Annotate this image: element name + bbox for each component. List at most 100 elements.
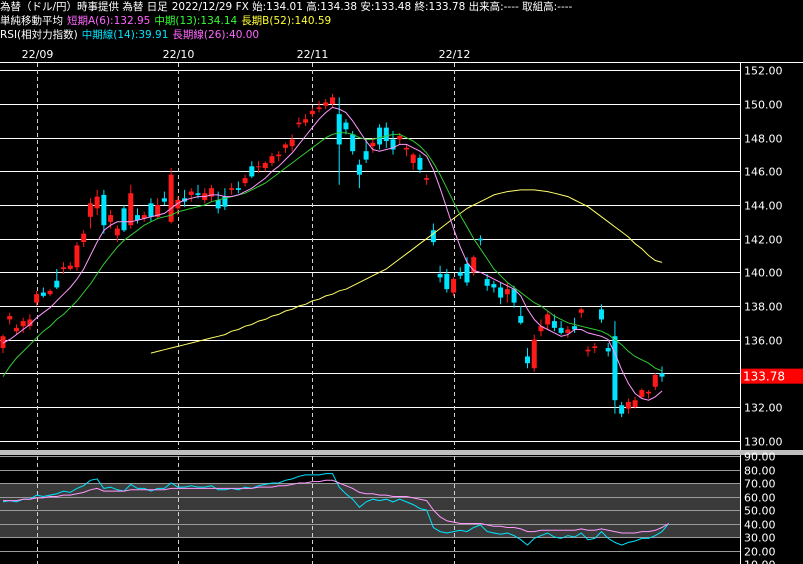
candle-body bbox=[67, 265, 73, 269]
candle-body bbox=[464, 263, 470, 283]
price-tick-label: 140.00 bbox=[744, 267, 783, 280]
rsi-tick-label: 70.00 bbox=[744, 478, 776, 491]
candle-body bbox=[444, 274, 450, 290]
candle-body bbox=[545, 314, 551, 325]
candle-body bbox=[525, 356, 531, 364]
price-tick-label: 150.00 bbox=[744, 99, 783, 112]
candle-body bbox=[518, 316, 524, 323]
candle-body bbox=[625, 401, 631, 409]
candle-body bbox=[424, 178, 430, 180]
candle-body bbox=[484, 279, 490, 286]
candle-body bbox=[592, 346, 598, 349]
date-axis-bar bbox=[0, 44, 803, 62]
candle-body bbox=[370, 142, 376, 147]
candle-body bbox=[605, 348, 611, 352]
candle-body bbox=[188, 191, 194, 195]
candle-body bbox=[410, 154, 416, 163]
candle-body bbox=[403, 147, 409, 150]
candle-body bbox=[356, 164, 362, 175]
price-tick-label: 142.00 bbox=[744, 234, 783, 247]
candle-body bbox=[343, 122, 349, 130]
candle-body bbox=[659, 373, 665, 377]
candle-body bbox=[235, 188, 241, 190]
candle-body bbox=[54, 280, 60, 288]
candle-body bbox=[437, 274, 443, 278]
date-tick-label: 22/12 bbox=[439, 48, 471, 61]
candle-body bbox=[652, 374, 658, 387]
candle-body bbox=[397, 136, 403, 140]
candle-body bbox=[61, 267, 67, 269]
ma-short-line bbox=[2, 106, 663, 401]
candle-body bbox=[282, 144, 288, 148]
price-tick-label: 138.00 bbox=[744, 301, 783, 314]
candle-body bbox=[13, 327, 19, 332]
rsi-tick-label: 20.00 bbox=[744, 546, 776, 559]
rsi-tick-label: 80.00 bbox=[744, 465, 776, 478]
candle-body bbox=[276, 154, 282, 157]
candle-body bbox=[383, 127, 389, 142]
candle-body bbox=[148, 203, 154, 217]
rsi-tick-label: 60.00 bbox=[744, 492, 776, 505]
candle-body bbox=[491, 284, 497, 288]
rsi-tick-label: 30.00 bbox=[744, 532, 776, 545]
candle-body bbox=[289, 139, 295, 147]
candle-body bbox=[81, 233, 87, 243]
rsi-pane[interactable]: 90.0080.0070.0060.0050.0040.0030.0020.00… bbox=[0, 450, 803, 564]
pane-separator bbox=[0, 450, 803, 455]
candle-body bbox=[87, 203, 93, 217]
ma-long-line bbox=[150, 189, 663, 354]
candle-body bbox=[94, 196, 100, 209]
price-tick-label: 132.00 bbox=[744, 402, 783, 415]
candle-body bbox=[585, 349, 591, 352]
candle-body bbox=[40, 292, 46, 296]
candle-body bbox=[451, 279, 457, 293]
price-tick-label: 130.00 bbox=[744, 436, 783, 449]
candle-body bbox=[558, 327, 564, 333]
candle-body bbox=[619, 405, 625, 414]
candle-body bbox=[114, 228, 120, 236]
candle-body bbox=[47, 290, 53, 295]
candle-body bbox=[598, 309, 604, 320]
candle-body bbox=[242, 178, 248, 184]
candle-body bbox=[377, 127, 383, 145]
candle-body bbox=[457, 272, 463, 276]
date-tick-label: 22/11 bbox=[297, 48, 329, 61]
candle-body bbox=[269, 156, 275, 163]
candle-body bbox=[330, 97, 335, 105]
candle-body bbox=[323, 102, 329, 106]
candle-body bbox=[249, 166, 255, 177]
candle-body bbox=[612, 336, 618, 401]
candle-body bbox=[303, 119, 309, 123]
candle-body bbox=[646, 391, 652, 394]
candle-body bbox=[565, 329, 571, 333]
candle-body bbox=[336, 114, 342, 145]
candle-body bbox=[316, 107, 322, 110]
rsi-tick-label: 10.00 bbox=[744, 559, 776, 564]
price-tick-label: 152.00 bbox=[744, 65, 783, 78]
price-tick-label: 146.00 bbox=[744, 166, 783, 179]
candle-body bbox=[7, 316, 13, 320]
price-tick-label: 136.00 bbox=[744, 335, 783, 348]
chart-canvas[interactable]: 152.00 150.00 148.00 146.00 144.00 142.00 140.… bbox=[0, 0, 803, 564]
candle-body bbox=[363, 151, 369, 160]
rsi-tick-label: 90.00 bbox=[744, 451, 776, 464]
date-tick-label: 22/09 bbox=[22, 48, 54, 61]
candle-body bbox=[551, 321, 557, 328]
candle-body bbox=[108, 215, 114, 222]
candle-body bbox=[504, 289, 510, 295]
rsi-tick-label: 40.00 bbox=[744, 519, 776, 532]
candle-body bbox=[531, 339, 537, 369]
candle-body bbox=[34, 294, 40, 303]
candle-body bbox=[262, 162, 268, 169]
candle-body bbox=[229, 188, 235, 190]
candle-body bbox=[121, 208, 127, 231]
candle-body bbox=[195, 193, 201, 195]
candle-body bbox=[161, 198, 167, 202]
candle-body bbox=[256, 166, 262, 168]
candle-body bbox=[632, 400, 638, 407]
price-tick-label: 144.00 bbox=[744, 200, 783, 213]
candle-body bbox=[639, 390, 645, 397]
price-tick-label: 148.00 bbox=[744, 133, 783, 146]
candle-body bbox=[309, 110, 315, 115]
date-tick-label: 22/10 bbox=[163, 48, 195, 61]
